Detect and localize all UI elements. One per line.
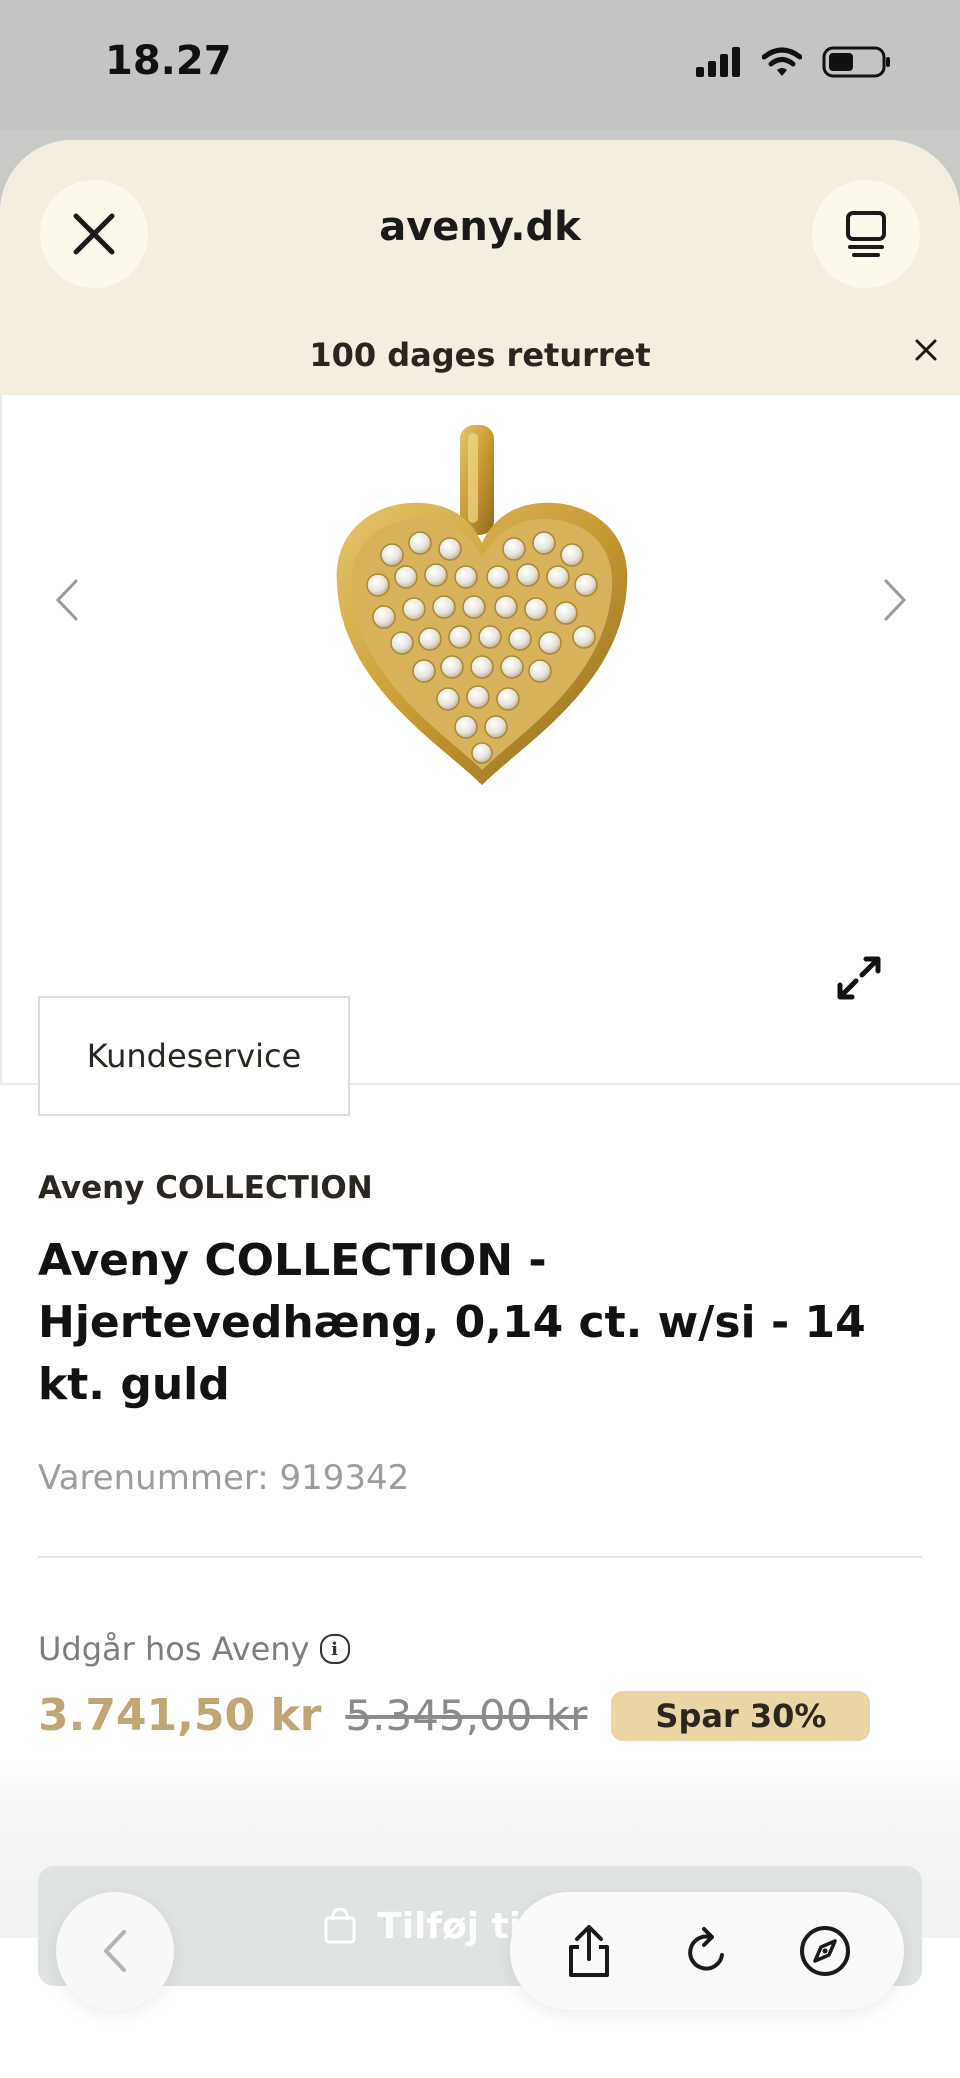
browser-toolbar <box>510 1892 904 2010</box>
original-price: 5.345,00 kr <box>345 1691 588 1740</box>
info-icon[interactable]: i <box>319 1634 350 1664</box>
reload-icon <box>688 1927 724 1971</box>
product-title: Aveny COLLECTION - Hjertevedhæng, 0,14 c… <box>38 1235 866 1410</box>
current-price: 3.741,50 kr <box>38 1690 322 1741</box>
compass-button[interactable] <box>790 1916 860 1986</box>
product-sku: Varenummer: 919342 <box>38 1458 410 1498</box>
price-row: 3.741,50 kr 5.345,00 kr Spar 30% <box>38 1690 871 1741</box>
wifi-icon <box>762 47 802 76</box>
availability-row: Udgår hos Aveny i <box>38 1630 350 1668</box>
browser-back-button[interactable] <box>56 1892 174 2010</box>
share-icon <box>569 1925 609 1977</box>
compass-icon <box>800 1926 850 1976</box>
discount-badge: Spar 30% <box>611 1690 871 1741</box>
customer-service-button[interactable]: Kundeservice <box>38 996 350 1116</box>
status-icons <box>696 46 892 78</box>
shopping-bag-icon <box>324 1908 356 1944</box>
divider <box>38 1556 922 1558</box>
chevron-left-icon <box>104 1930 126 1972</box>
browser-sheet: aveny.dk 100 dages returret Kundeservice… <box>0 140 960 2078</box>
share-button[interactable] <box>554 1916 624 1986</box>
product-content: Kundeservice Aveny COLLECTION Aveny COLL… <box>0 140 960 2078</box>
availability-text: Udgår hos Aveny <box>38 1630 310 1668</box>
status-time: 18.27 <box>105 38 232 84</box>
battery-icon <box>822 46 890 78</box>
cellular-signal-icon <box>696 47 740 77</box>
reload-button[interactable] <box>672 1916 742 1986</box>
product-brand[interactable]: Aveny COLLECTION <box>38 1170 373 1206</box>
status-bar: 18.27 <box>0 0 960 130</box>
